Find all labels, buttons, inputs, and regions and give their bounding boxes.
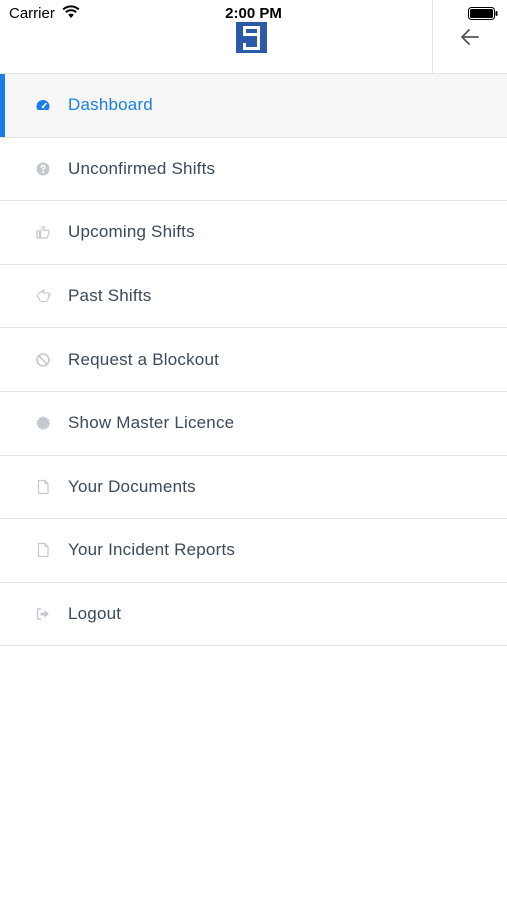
menu-item-label: Dashboard (68, 95, 153, 115)
menu-item-label: Unconfirmed Shifts (68, 158, 216, 178)
menu-item-label: Your Documents (68, 476, 196, 496)
menu-item-label: Request a Blockout (68, 349, 220, 369)
clock: 2:00 PM (225, 5, 282, 22)
question-circle-icon (34, 160, 52, 178)
file-icon (34, 541, 52, 559)
hand-left-icon (34, 287, 52, 305)
sign-out-icon (34, 605, 52, 623)
file-icon (34, 478, 52, 496)
menu-item-logout[interactable]: Logout (0, 582, 507, 647)
menu-item-label: Show Master Licence (68, 413, 235, 433)
certificate-icon (34, 414, 52, 432)
battery-icon (468, 7, 498, 20)
menu-item-unconfirmed-shifts[interactable]: Unconfirmed Shifts (0, 137, 507, 202)
menu-item-request-blockout[interactable]: Request a Blockout (0, 328, 507, 392)
status-bar: Carrier 2:00 PM (0, 0, 507, 24)
menu-item-your-documents[interactable]: Your Documents (0, 455, 507, 520)
menu-item-past-shifts[interactable]: Past Shifts (0, 264, 507, 329)
menu-item-dashboard[interactable]: Dashboard (0, 74, 507, 138)
menu-item-your-incident-reports[interactable]: Your Incident Reports (0, 519, 507, 583)
arrow-left-icon (461, 29, 479, 45)
menu-item-label: Upcoming Shifts (68, 222, 195, 242)
menu-item-label: Logout (68, 604, 122, 624)
dashboard-icon (34, 96, 52, 114)
side-menu: Dashboard Unconfirmed Shifts Upcoming Sh… (0, 74, 507, 647)
menu-item-label: Past Shifts (68, 286, 152, 306)
ban-icon (34, 351, 52, 369)
app-screen: Carrier 2:00 PM Dashboard Unconfirmed Sh… (0, 0, 507, 900)
menu-item-upcoming-shifts[interactable]: Upcoming Shifts (0, 201, 507, 265)
thumbs-up-icon (34, 223, 52, 241)
menu-item-show-master-licence[interactable]: Show Master Licence (0, 391, 507, 456)
menu-item-label: Your Incident Reports (68, 540, 236, 560)
company-logo-icon (236, 22, 267, 53)
